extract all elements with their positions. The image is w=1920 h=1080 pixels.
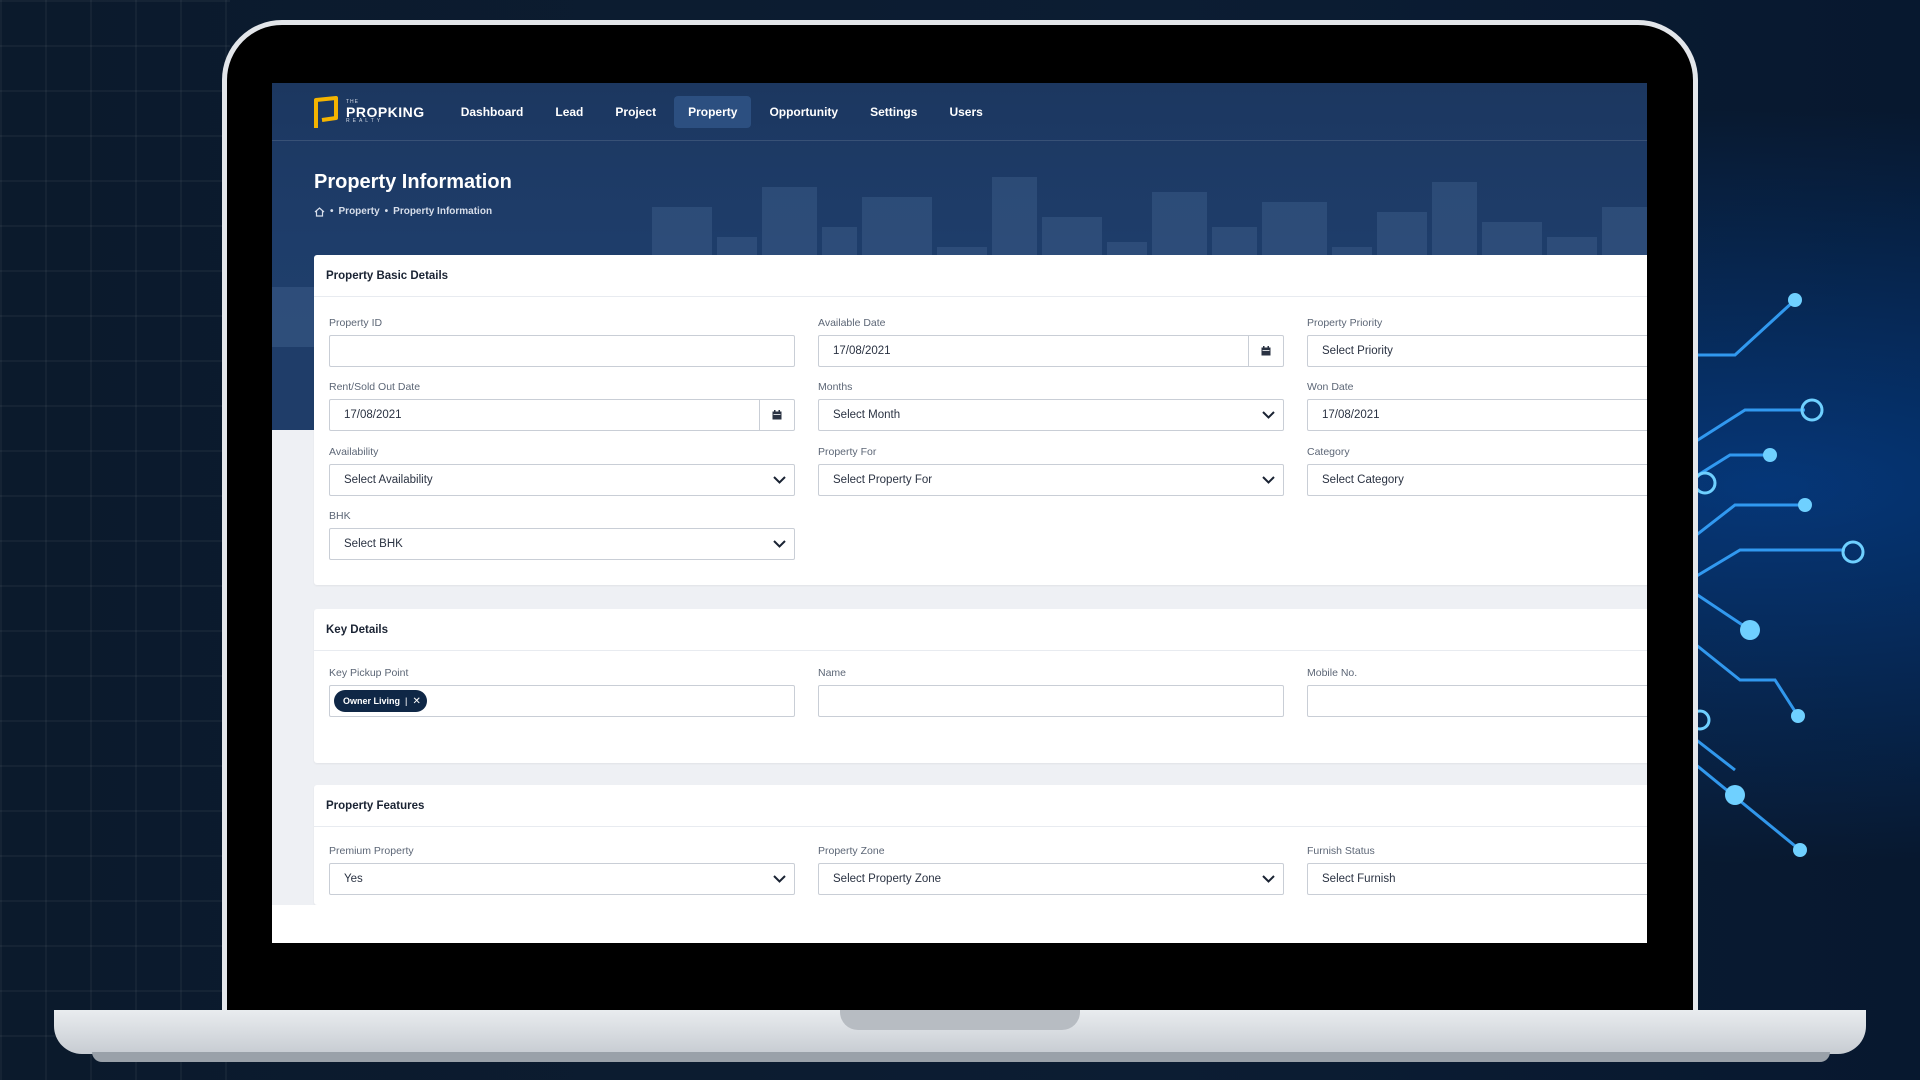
category-select[interactable]: Select Category (1307, 464, 1647, 496)
chevron-down-icon (1253, 875, 1283, 883)
field-label: Mobile No. (1307, 667, 1358, 679)
breadcrumb-separator: • (384, 206, 389, 217)
field-label: BHK (329, 510, 351, 522)
remove-tag-icon[interactable]: ✕ (413, 696, 421, 707)
rent-sold-out-date-field: Rent/Sold Out Date 17/08/2021 (329, 381, 795, 431)
breadcrumb: • Property • Property Information (314, 206, 492, 217)
laptop-base-shadow (92, 1052, 1830, 1062)
field-label: Available Date (818, 317, 886, 329)
availability-select[interactable]: Select Availability (329, 464, 795, 496)
nav-item-users[interactable]: Users (935, 96, 996, 128)
months-field: Months Select Month (818, 381, 1284, 431)
background-grid (0, 0, 230, 1080)
property-zone-field: Property Zone Select Property Zone (818, 845, 1284, 895)
property-for-select[interactable]: Select Property For (818, 464, 1284, 496)
property-priority-field: Property Priority Select Priority (1307, 317, 1647, 367)
breadcrumb-separator: • (330, 206, 334, 217)
field-label: Availability (329, 446, 379, 458)
field-label: Property For (818, 446, 877, 458)
furnish-status-select[interactable]: Select Furnish (1307, 863, 1647, 895)
nav-item-lead[interactable]: Lead (541, 96, 597, 128)
bhk-select[interactable]: Select BHK (329, 528, 795, 560)
field-label: Key Pickup Point (329, 667, 409, 679)
category-field: Category Select Category (1307, 446, 1647, 496)
mobile-input[interactable] (1307, 685, 1647, 717)
premium-property-select[interactable]: Yes (329, 863, 795, 895)
property-for-field: Property For Select Property For (818, 446, 1284, 496)
nav-item-project[interactable]: Project (601, 96, 670, 128)
laptop-notch (840, 1010, 1080, 1030)
page-title: Property Information (314, 171, 512, 193)
furnish-status-field: Furnish Status Select Furnish (1307, 845, 1647, 895)
nav-item-dashboard[interactable]: Dashboard (447, 96, 538, 128)
field-label: Won Date (1307, 381, 1354, 393)
field-label: Category (1307, 446, 1350, 458)
won-date-field: Won Date 17/08/2021 (1307, 381, 1647, 431)
calendar-icon[interactable] (759, 400, 794, 430)
months-select[interactable]: Select Month (818, 399, 1284, 431)
name-input[interactable] (818, 685, 1284, 717)
won-date-input[interactable]: 17/08/2021 (1307, 399, 1647, 431)
rent-sold-out-date-input[interactable]: 17/08/2021 (329, 399, 795, 431)
card-title: Property Basic Details (314, 255, 1647, 297)
field-label: Furnish Status (1307, 845, 1375, 857)
chevron-down-icon (764, 540, 794, 548)
chevron-down-icon (764, 875, 794, 883)
logo-icon (314, 95, 338, 128)
property-basic-details-card: Property Basic Details Property ID Avail… (314, 255, 1647, 585)
breadcrumb-property[interactable]: Property (339, 206, 380, 217)
field-label: Rent/Sold Out Date (329, 381, 421, 393)
bhk-field: BHK Select BHK (329, 510, 795, 560)
property-features-card: Property Features Premium Property Yes P… (314, 785, 1647, 905)
available-date-field: Available Date 17/08/2021 (818, 317, 1284, 367)
home-icon[interactable] (314, 206, 325, 217)
field-label: Property Zone (818, 845, 885, 857)
owner-living-tag: Owner Living | ✕ (334, 690, 427, 712)
field-label: Name (818, 667, 847, 679)
nav-item-settings[interactable]: Settings (856, 96, 931, 128)
card-title: Key Details (314, 609, 1647, 651)
nav-item-property[interactable]: Property (674, 95, 752, 128)
key-pickup-point-field: Key Pickup Point Owner Living | ✕ (329, 667, 795, 717)
field-label: Property Priority (1307, 317, 1383, 329)
available-date-input[interactable]: 17/08/2021 (818, 335, 1284, 367)
property-priority-select[interactable]: Select Priority (1307, 335, 1647, 367)
field-label: Premium Property (329, 845, 414, 857)
chevron-down-icon (1253, 476, 1283, 484)
property-id-field: Property ID (329, 317, 795, 367)
key-details-card: Key Details Key Pickup Point Owner Livin… (314, 609, 1647, 763)
hero-side-strip (272, 347, 314, 430)
availability-field: Availability Select Availability (329, 446, 795, 496)
key-pickup-point-input[interactable]: Owner Living | ✕ (329, 685, 795, 717)
app-screen: THE PROPKING REALTY Dashboard Lead Proje… (272, 83, 1647, 943)
name-field: Name (818, 667, 1284, 717)
logo-main-text: PROPKING (346, 103, 425, 120)
field-label: Months (818, 381, 853, 393)
property-zone-select[interactable]: Select Property Zone (818, 863, 1284, 895)
nav-item-opportunity[interactable]: Opportunity (755, 96, 852, 128)
propking-logo[interactable]: THE PROPKING REALTY (312, 94, 425, 130)
calendar-icon[interactable] (1248, 336, 1283, 366)
breadcrumb-property-information: Property Information (393, 206, 493, 217)
mobile-field: Mobile No. (1307, 667, 1647, 717)
top-navigation: THE PROPKING REALTY Dashboard Lead Proje… (272, 83, 1647, 141)
property-id-input[interactable] (329, 335, 795, 367)
field-label: Property ID (329, 317, 383, 329)
chevron-down-icon (1253, 411, 1283, 419)
premium-property-field: Premium Property Yes (329, 845, 795, 895)
card-title: Property Features (314, 785, 1647, 827)
screen-bottom-area (272, 905, 1647, 943)
chevron-down-icon (764, 476, 794, 484)
circuit-decoration (1690, 293, 1865, 857)
